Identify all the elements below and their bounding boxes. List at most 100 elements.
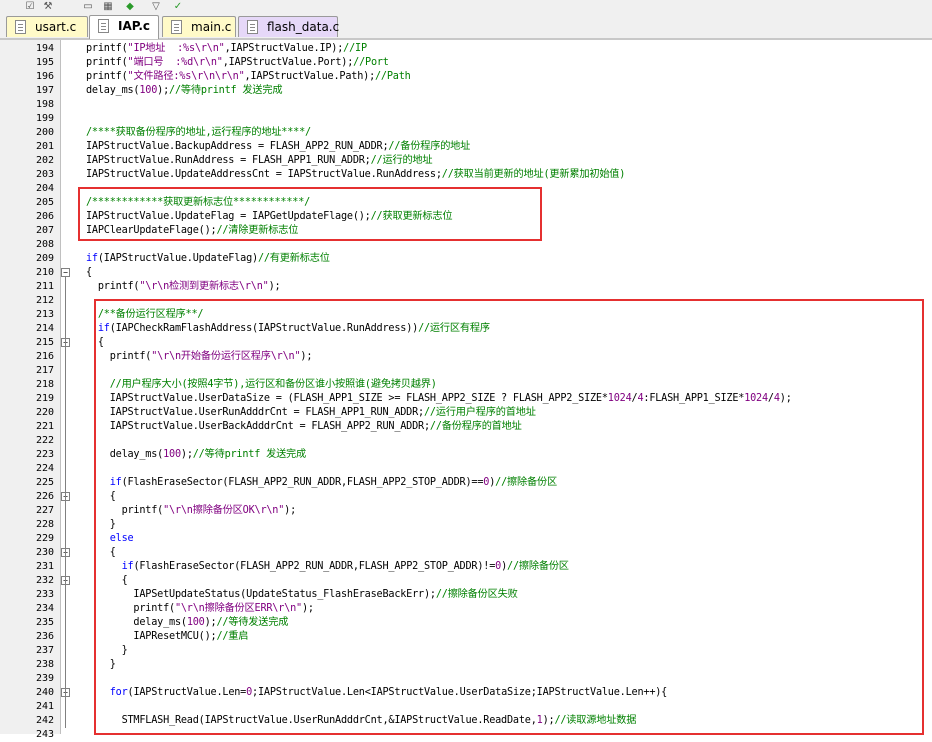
line-number: 194: [35, 43, 54, 54]
line-number: 219: [35, 393, 54, 404]
tab-label: usart.c: [35, 20, 77, 34]
line-number: 237: [35, 645, 54, 656]
line-number: 213: [35, 309, 54, 320]
code-token: 100: [139, 85, 158, 96]
line-number: 222: [35, 435, 54, 446]
code-line[interactable]: 199: [0, 112, 932, 126]
tab-flash-data-c[interactable]: flash_data.c: [238, 16, 340, 37]
tab-label: IAP.c: [118, 19, 151, 33]
code-token: "IP地址 :%s\r\n": [127, 43, 225, 54]
line-number: 235: [35, 617, 54, 628]
code-line[interactable]: 196 printf("文件路径:%s\r\n\r\n",IAPStructVal…: [0, 70, 932, 84]
line-number: 207: [35, 225, 54, 236]
code-line[interactable]: 210−{: [0, 266, 932, 280]
line-number: 212: [35, 295, 54, 306]
fold-line: [65, 276, 66, 728]
code-line[interactable]: 195 printf("端口号 :%d\r\n",IAPStructValue.P…: [0, 56, 932, 70]
code-editor[interactable]: 194 printf("IP地址 :%s\r\n",IAPStructValue.…: [0, 40, 932, 740]
line-number: 241: [35, 701, 54, 712]
line-number: 211: [35, 281, 54, 292]
code-text: IAPStructValue.RunAddress = FLASH_APP1_R…: [86, 154, 433, 168]
c-file-icon: [247, 20, 258, 34]
code-token: ,IAPStructValue.IP);: [224, 43, 344, 54]
code-token: IAPStructValue.RunAddress = FLASH_APP1_R…: [86, 155, 371, 166]
line-number: 202: [35, 155, 54, 166]
highlight-box-backup-block: [94, 299, 924, 735]
line-number: 206: [35, 211, 54, 222]
line-number: 217: [35, 365, 54, 376]
highlight-box-update-flag: [78, 187, 542, 241]
code-token: printf(: [86, 57, 128, 68]
down-arrow-icon[interactable]: ◆: [124, 1, 136, 12]
code-line[interactable]: 202 IAPStructValue.RunAddress = FLASH_APP…: [0, 154, 932, 168]
code-token: IAPStructValue.BackupAddress = FLASH_APP…: [86, 141, 389, 152]
line-number: 240: [35, 687, 54, 698]
code-token: /****获取备份程序的地址,运行程序的地址****/: [86, 127, 311, 138]
line-number: 239: [35, 673, 54, 684]
code-line[interactable]: 203 IAPStructValue.UpdateAddressCnt = IAP…: [0, 168, 932, 182]
code-line[interactable]: 201 IAPStructValue.BackupAddress = FLASH_…: [0, 140, 932, 154]
code-line[interactable]: 209 if(IAPStructValue.UpdateFlag)//有更新标志位: [0, 252, 932, 266]
code-token: //Port: [353, 57, 389, 68]
code-token: //Path: [375, 71, 411, 82]
code-text: if(IAPStructValue.UpdateFlag)//有更新标志位: [86, 252, 330, 266]
line-number: 225: [35, 477, 54, 488]
line-number: 229: [35, 533, 54, 544]
code-line[interactable]: 194 printf("IP地址 :%s\r\n",IAPStructValue.…: [0, 42, 932, 56]
code-line[interactable]: 198: [0, 98, 932, 112]
code-token: //备份程序的地址: [388, 141, 471, 152]
layout-icon[interactable]: ▦: [102, 1, 114, 12]
code-line[interactable]: 200 /****获取备份程序的地址,运行程序的地址****/: [0, 126, 932, 140]
c-file-icon: [15, 20, 26, 34]
line-number: 221: [35, 421, 54, 432]
line-number: 204: [35, 183, 54, 194]
code-token: ,IAPStructValue.Port);: [222, 57, 354, 68]
checkbox-icon[interactable]: ☑: [24, 1, 36, 12]
line-number: 242: [35, 715, 54, 726]
code-token: //运行的地址: [370, 155, 433, 166]
line-number: 205: [35, 197, 54, 208]
code-text: printf("端口号 :%d\r\n",IAPStructValue.Port…: [86, 56, 389, 70]
window-icon[interactable]: ▭: [82, 1, 94, 12]
line-number: 198: [35, 99, 54, 110]
check-icon[interactable]: ✓: [172, 1, 184, 12]
code-token: //等待printf 发送完成: [169, 85, 283, 96]
line-number: 216: [35, 351, 54, 362]
line-number: 210: [35, 267, 54, 278]
line-number: 238: [35, 659, 54, 670]
tab-main-c[interactable]: main.c: [162, 16, 236, 37]
code-token: printf(: [86, 43, 128, 54]
code-token: //获取当前更新的地址(更新累加初始值): [441, 169, 626, 180]
code-token: IAPStructValue.UpdateAddressCnt = IAPStr…: [86, 169, 442, 180]
filter-icon[interactable]: ▽: [150, 1, 162, 12]
code-line[interactable]: 197 delay_ms(100);//等待printf 发送完成: [0, 84, 932, 98]
tab-label: main.c: [191, 20, 232, 34]
line-number: 226: [35, 491, 54, 502]
code-text: printf("IP地址 :%s\r\n",IAPStructValue.IP)…: [86, 42, 367, 56]
code-text: delay_ms(100);//等待printf 发送完成: [86, 84, 283, 98]
code-token: "端口号 :%d\r\n": [127, 57, 223, 68]
tab-label: flash_data.c: [267, 20, 340, 34]
tab-iap-c[interactable]: IAP.c: [89, 15, 159, 39]
line-number: 224: [35, 463, 54, 474]
code-token: {: [86, 267, 92, 278]
code-token: );: [157, 85, 170, 96]
line-number: 220: [35, 407, 54, 418]
debug-icon[interactable]: ⚒: [42, 1, 54, 12]
code-token: printf(: [86, 281, 140, 292]
line-number: 231: [35, 561, 54, 572]
line-number: 215: [35, 337, 54, 348]
code-token: ,IAPStructValue.Path);: [244, 71, 376, 82]
line-number: 197: [35, 85, 54, 96]
code-line[interactable]: 211 printf("\r\n检测到更新标志\r\n");: [0, 280, 932, 294]
code-text: IAPStructValue.BackupAddress = FLASH_APP…: [86, 140, 470, 154]
code-token: );: [268, 281, 281, 292]
line-number: 201: [35, 141, 54, 152]
code-text: IAPStructValue.UpdateAddressCnt = IAPStr…: [86, 168, 625, 182]
line-number: 234: [35, 603, 54, 614]
line-number: 227: [35, 505, 54, 516]
line-number: 228: [35, 519, 54, 530]
line-number: 223: [35, 449, 54, 460]
code-token: //IP: [343, 43, 367, 54]
tab-usart-c[interactable]: usart.c: [6, 16, 88, 37]
